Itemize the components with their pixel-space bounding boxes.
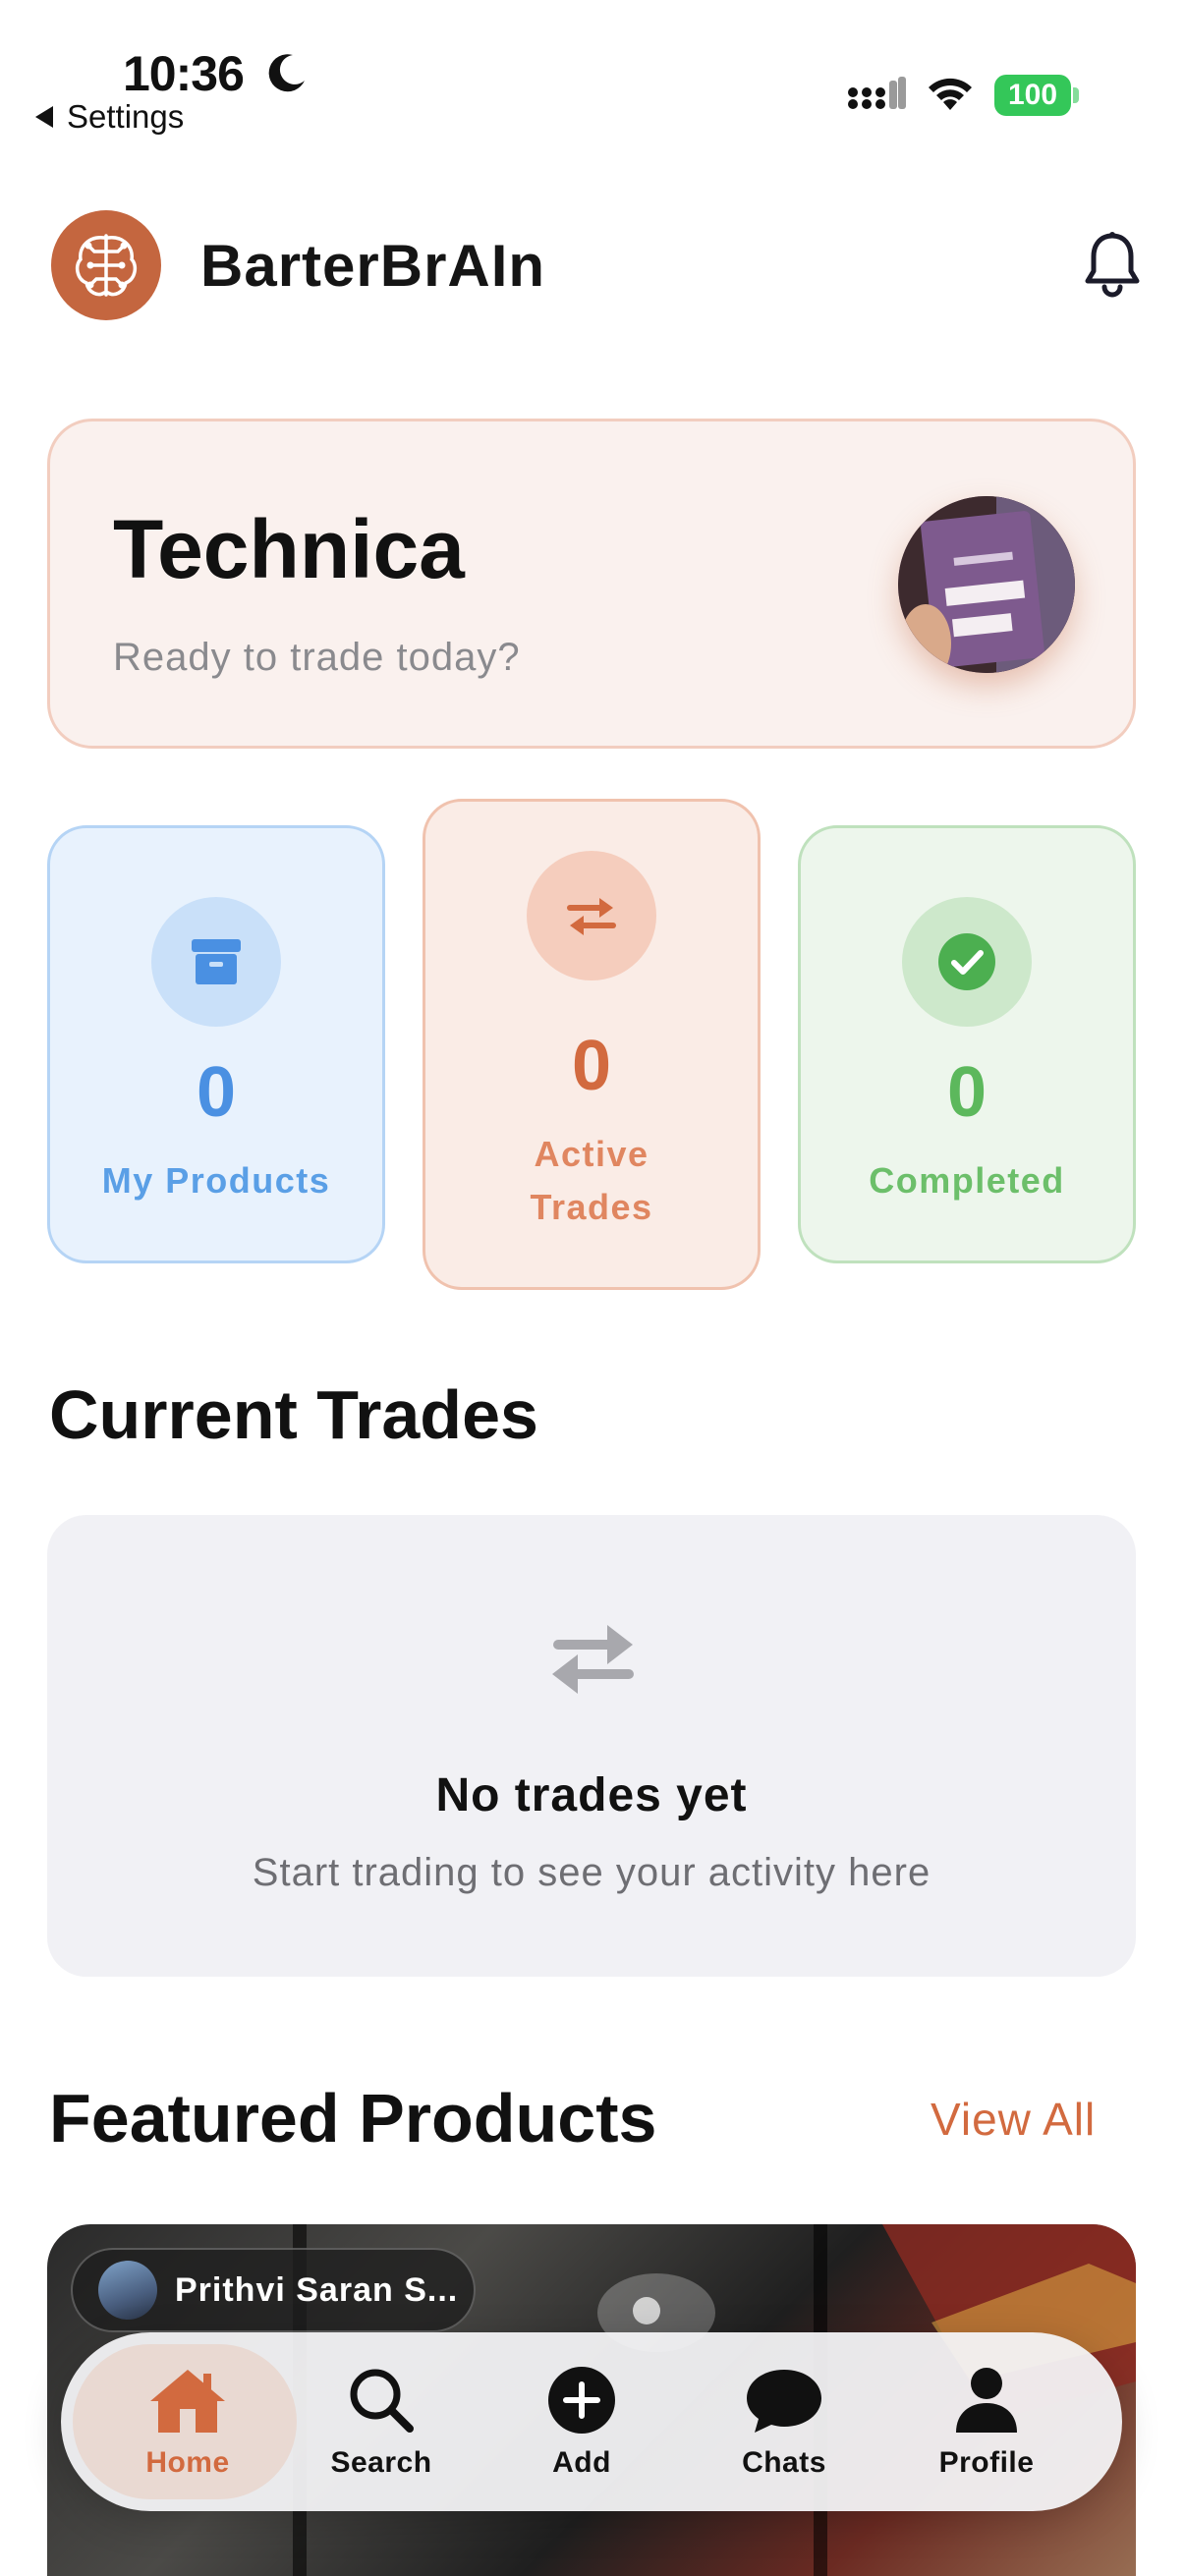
status-time: 10:36 bbox=[123, 46, 245, 101]
notifications-bell-icon[interactable] bbox=[1081, 230, 1144, 299]
active-trades-label-line1: Active bbox=[534, 1134, 649, 1174]
welcome-card: Technica Ready to trade today? bbox=[47, 419, 1136, 749]
app-title: BarterBrAIn bbox=[200, 233, 546, 299]
products-icon-circle bbox=[151, 897, 281, 1027]
my-products-label: My Products bbox=[101, 1160, 331, 1201]
avatar-photo bbox=[898, 496, 1075, 673]
back-label: Settings bbox=[67, 98, 185, 135]
tab-home[interactable]: Home bbox=[77, 2332, 299, 2511]
my-products-count: 0 bbox=[196, 1053, 237, 1132]
completed-count: 0 bbox=[946, 1053, 988, 1132]
cellular-signal-icon bbox=[848, 77, 906, 109]
back-arrow-icon bbox=[35, 106, 53, 128]
brain-icon bbox=[75, 234, 138, 297]
tab-search-label: Search bbox=[330, 2446, 432, 2479]
completed-label: Completed bbox=[869, 1160, 1065, 1201]
back-to-settings-link[interactable]: Settings bbox=[35, 98, 184, 136]
add-circle-icon bbox=[548, 2367, 615, 2434]
battery-level: 100 bbox=[994, 75, 1071, 116]
moon-icon bbox=[268, 54, 305, 92]
search-icon bbox=[350, 2369, 414, 2433]
completed-card[interactable]: 0 Completed bbox=[798, 825, 1136, 1263]
seller-avatar bbox=[98, 2261, 157, 2320]
house-icon bbox=[150, 2370, 225, 2433]
featured-products-title: Featured Products bbox=[49, 2080, 657, 2156]
my-products-card[interactable]: 0 My Products bbox=[47, 825, 385, 1263]
swap-arrows-icon bbox=[552, 1625, 634, 1694]
chat-bubble-icon bbox=[747, 2370, 821, 2433]
tab-add[interactable]: Add bbox=[483, 2332, 680, 2511]
user-name: Technica bbox=[113, 503, 465, 595]
tab-bar: Home Search Add Chats Profile bbox=[61, 2332, 1122, 2511]
empty-trades-title: No trades yet bbox=[435, 1769, 748, 1821]
current-trades-title: Current Trades bbox=[49, 1376, 538, 1453]
empty-trades-card bbox=[47, 1515, 1136, 1977]
tab-chats[interactable]: Chats bbox=[686, 2332, 882, 2511]
completed-icon-circle bbox=[902, 897, 1032, 1027]
archive-box-icon bbox=[192, 939, 241, 984]
battery-indicator: 100 bbox=[994, 75, 1079, 116]
active-trades-count: 0 bbox=[571, 1027, 612, 1105]
tab-home-label: Home bbox=[145, 2446, 230, 2479]
active-trades-icon-circle bbox=[527, 851, 656, 980]
tab-profile[interactable]: Profile bbox=[888, 2332, 1085, 2511]
seller-chip[interactable]: Prithvi Saran S... bbox=[71, 2248, 476, 2332]
seller-name: Prithvi Saran S... bbox=[175, 2270, 459, 2309]
tab-profile-label: Profile bbox=[938, 2446, 1035, 2479]
active-trades-card[interactable]: 0 Active Trades bbox=[423, 799, 761, 1290]
user-avatar[interactable] bbox=[898, 496, 1075, 673]
check-circle-icon bbox=[938, 933, 995, 990]
wifi-icon bbox=[929, 78, 972, 110]
swap-arrows-icon bbox=[567, 898, 616, 935]
battery-cap bbox=[1073, 87, 1079, 103]
view-all-link[interactable]: View All bbox=[931, 2093, 1096, 2146]
tab-search[interactable]: Search bbox=[283, 2332, 480, 2511]
person-icon bbox=[956, 2368, 1017, 2433]
welcome-subtitle: Ready to trade today? bbox=[113, 636, 521, 679]
app-logo bbox=[51, 210, 161, 320]
active-trades-label-line2: Trades bbox=[530, 1187, 653, 1227]
tab-chats-label: Chats bbox=[742, 2446, 826, 2479]
tab-add-label: Add bbox=[552, 2446, 611, 2479]
empty-trades-subtitle: Start trading to see your activity here bbox=[252, 1851, 931, 1894]
